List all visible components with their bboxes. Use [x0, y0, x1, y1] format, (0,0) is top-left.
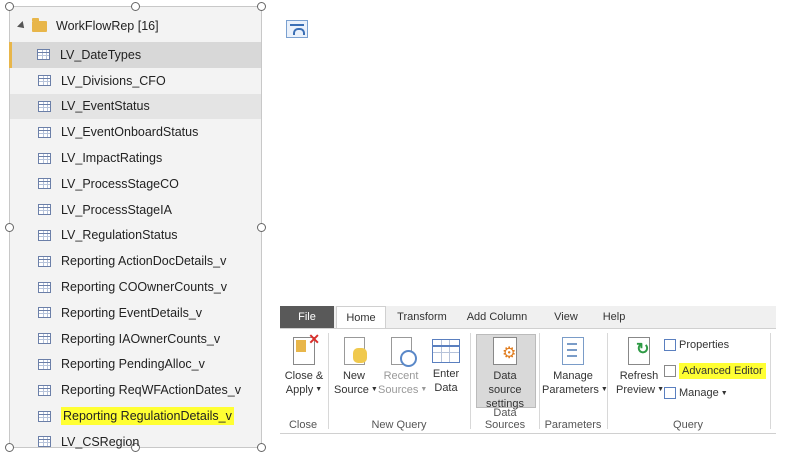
manage-parameters-icon	[562, 337, 584, 365]
list-item[interactable]: LV_DateTypes	[9, 42, 261, 68]
refresh-preview-button[interactable]: Refresh Preview▼	[616, 337, 664, 397]
group-close: Close & Apply▼ Close	[280, 329, 326, 433]
table-icon	[38, 204, 51, 216]
table-icon	[38, 100, 51, 112]
group-label-query: Query	[673, 419, 703, 431]
properties-button[interactable]: Properties	[664, 339, 729, 351]
group-data-sources: Data source settings Data Sources	[472, 329, 538, 433]
folder-label: WorkFlowRep [16]	[56, 19, 159, 33]
data-source-settings-button[interactable]: Data source settings	[476, 337, 534, 411]
enter-data-button[interactable]: Enter Data	[428, 339, 464, 395]
ribbon-tabs: File Home Transform Add Column View Help	[280, 306, 776, 328]
table-icon	[38, 255, 51, 267]
properties-icon	[664, 339, 676, 351]
close-apply-button[interactable]: Close & Apply▼	[284, 332, 324, 397]
recent-sources-button[interactable]: Recent Sources ▼	[378, 337, 427, 397]
resize-handle-top-right[interactable]	[257, 2, 266, 11]
list-item-highlighted[interactable]: Reporting RegulationDetails_v	[10, 403, 261, 429]
list-item[interactable]: LV_RegulationStatus	[10, 223, 261, 249]
list-item[interactable]: LV_ProcessStageIA	[10, 197, 261, 223]
expand-caret-icon[interactable]	[17, 21, 27, 31]
group-label-data-sources: Data Sources	[484, 407, 526, 431]
group-label-new-query: New Query	[371, 419, 427, 431]
folder-row[interactable]: WorkFlowRep [16]	[10, 15, 261, 37]
group-label-close: Close	[288, 419, 318, 431]
tab-view[interactable]: View	[542, 306, 590, 328]
tab-add-column[interactable]: Add Column	[462, 306, 532, 328]
table-icon	[37, 49, 50, 61]
resize-handle-top-left[interactable]	[5, 2, 14, 11]
list-item[interactable]: LV_CSRegion	[10, 429, 261, 455]
manage-icon	[664, 387, 676, 399]
table-icon	[38, 126, 51, 138]
tab-help[interactable]: Help	[594, 306, 634, 328]
tab-home[interactable]: Home	[336, 306, 386, 328]
collapse-pane-icon[interactable]	[286, 20, 308, 38]
table-icon	[38, 75, 51, 87]
group-label-parameters: Parameters	[544, 419, 602, 431]
table-icon	[38, 307, 51, 319]
group-divider	[770, 333, 771, 429]
list-item[interactable]: Reporting ReqWFActionDates_v	[10, 377, 261, 403]
table-icon	[38, 152, 51, 164]
navigator-panel: WorkFlowRep [16] LV_DateTypes LV_Divisio…	[5, 2, 266, 452]
table-icon	[38, 229, 51, 241]
list-item[interactable]: Reporting ActionDocDetails_v	[10, 248, 261, 274]
new-source-icon	[343, 337, 367, 365]
list-item[interactable]: LV_ImpactRatings	[10, 145, 261, 171]
tab-file[interactable]: File	[280, 306, 334, 328]
advanced-editor-icon	[664, 365, 676, 377]
table-icon	[38, 384, 51, 396]
folder-icon	[32, 17, 47, 32]
advanced-editor-button[interactable]: Advanced Editor	[664, 363, 766, 379]
group-divider	[328, 333, 329, 429]
group-divider	[470, 333, 471, 429]
close-apply-icon	[293, 332, 320, 365]
query-list: LV_DateTypes LV_Divisions_CFO LV_EventSt…	[9, 42, 261, 455]
manage-parameters-button[interactable]: Manage Parameters ▼	[542, 337, 608, 397]
recent-sources-icon	[390, 337, 417, 367]
list-item[interactable]: LV_ProcessStageCO	[10, 171, 261, 197]
refresh-icon	[628, 337, 650, 365]
list-item[interactable]: LV_Divisions_CFO	[10, 68, 261, 94]
enter-data-icon	[432, 339, 460, 363]
table-icon	[38, 358, 51, 370]
tab-transform[interactable]: Transform	[392, 306, 452, 328]
data-source-settings-icon	[493, 337, 517, 365]
table-icon	[38, 410, 51, 422]
ribbon: File Home Transform Add Column View Help…	[280, 306, 776, 446]
table-icon	[38, 436, 51, 448]
table-icon	[38, 178, 51, 190]
list-item[interactable]: LV_EventStatus	[10, 93, 261, 120]
group-query: Refresh Preview▼ Properties Advanced Edi…	[608, 329, 768, 433]
group-new-query: New Source ▼ Recent Sources ▼ Enter Data N…	[330, 329, 468, 433]
list-item[interactable]: Reporting EventDetails_v	[10, 300, 261, 326]
table-icon	[38, 281, 51, 293]
list-item[interactable]: Reporting COOwnerCounts_v	[10, 274, 261, 300]
table-icon	[38, 333, 51, 345]
list-item[interactable]: LV_EventOnboardStatus	[10, 119, 261, 145]
manage-button[interactable]: Manage ▼	[664, 387, 728, 399]
list-item[interactable]: Reporting PendingAlloc_v	[10, 352, 261, 378]
group-parameters: Manage Parameters ▼ Parameters	[540, 329, 608, 433]
new-source-button[interactable]: New Source ▼	[334, 337, 378, 397]
ribbon-panel: Close & Apply▼ Close New Source▼ Recent …	[280, 328, 776, 434]
resize-handle-top[interactable]	[131, 2, 140, 11]
list-item[interactable]: Reporting IAOwnerCounts_v	[10, 326, 261, 352]
